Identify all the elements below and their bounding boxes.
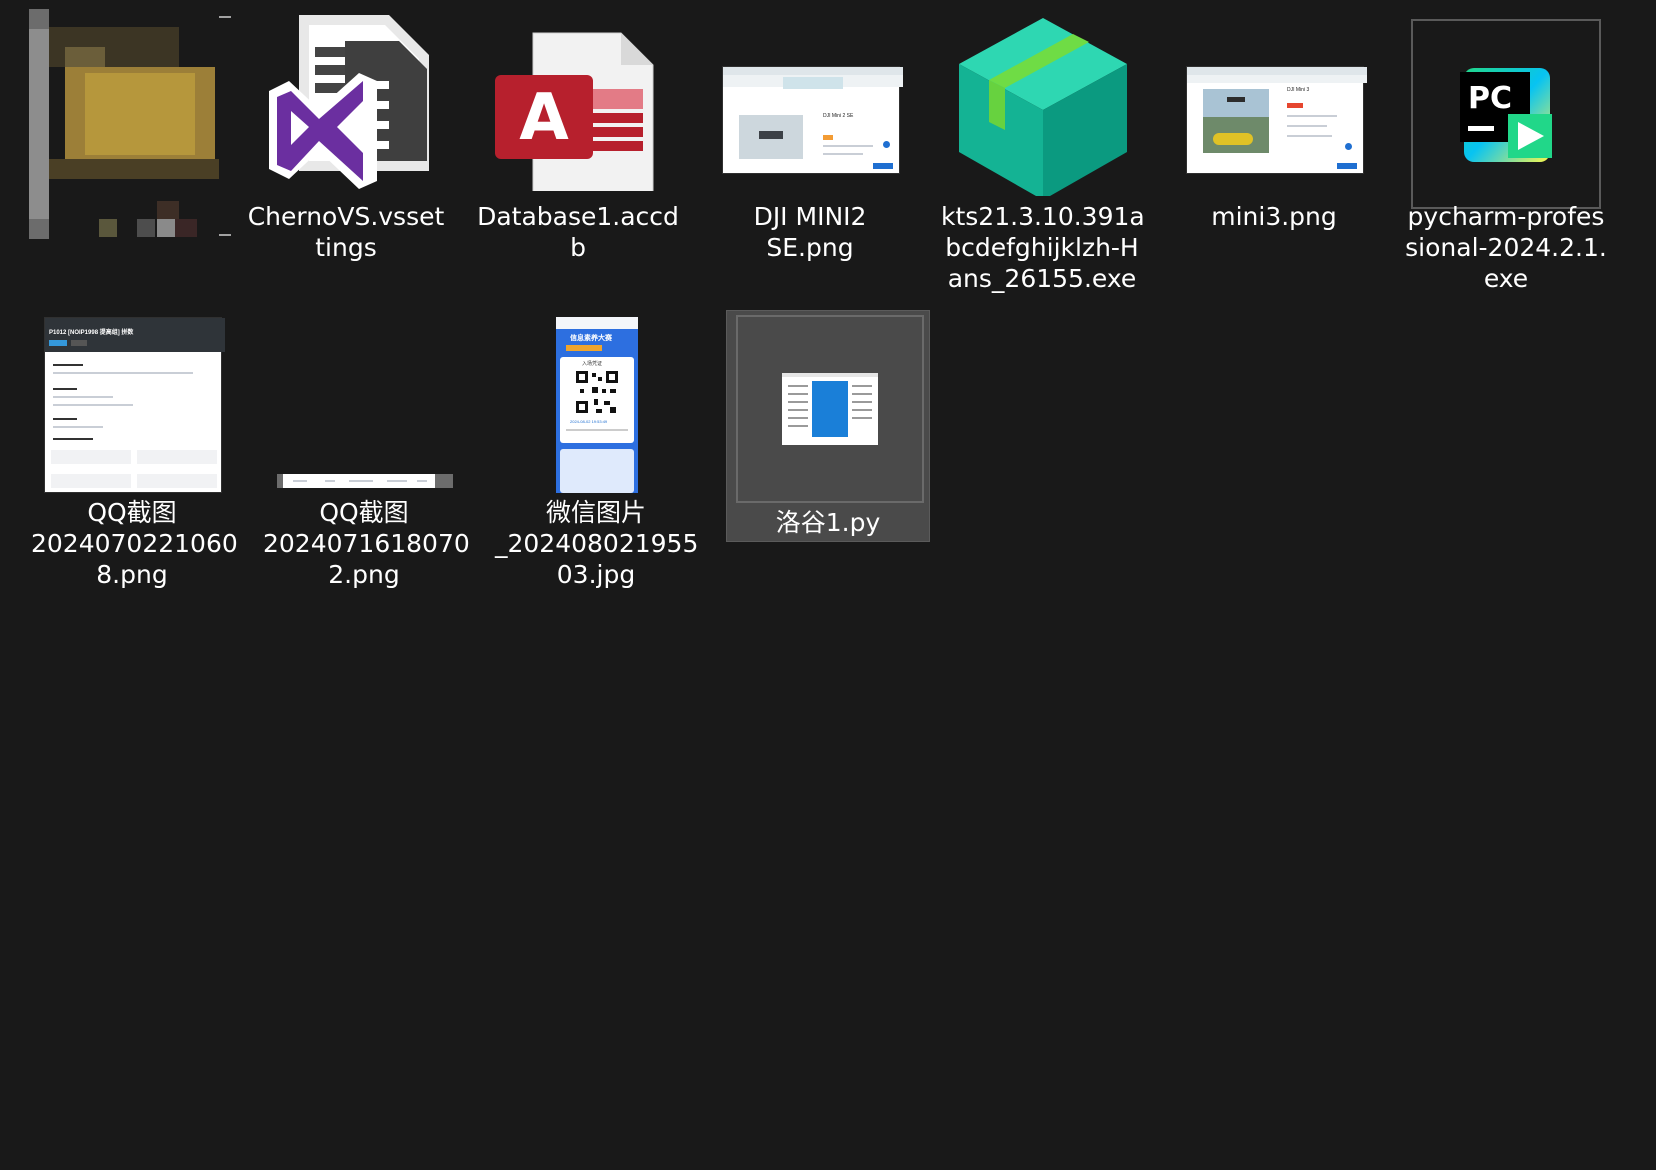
thumb-banner: 信息素养大赛: [570, 334, 612, 342]
file-item[interactable]: A Database1.accd b: [476, 4, 680, 292]
image-thumbnail: DJI Mini 3: [1187, 11, 1367, 191]
file-item[interactable]: DJI Mini 2 SE DJI MINI2 SE.png: [708, 4, 912, 292]
thumb-pass: 入场凭证: [582, 361, 603, 367]
file-name: QQ截图 2024070221060 8.png: [31, 498, 238, 589]
svg-text:PC: PC: [1468, 81, 1512, 116]
image-thumbnail: P1012 [NOIP1998 提高组] 拼数: [45, 313, 225, 493]
file-item[interactable]: 信息素养大赛 入场凭证 2024-08-02 19:53:49 微信图片 _20…: [494, 306, 698, 596]
thumb-title: P1012 [NOIP1998 提高组] 拼数: [49, 330, 134, 336]
file-item-selected[interactable]: 洛谷1.py: [726, 310, 930, 542]
file-name: kts21.3.10.391a bcdefghijklzh-H ans_2615…: [941, 202, 1145, 293]
file-item[interactable]: QQ截图 2024071618070 2.png: [262, 306, 470, 596]
package-box-icon: [955, 11, 1131, 196]
thumb-title: DJI Mini 3: [1287, 87, 1310, 93]
image-thumbnail: [277, 313, 453, 493]
file-name: DJI MINI2 SE.png: [753, 202, 867, 262]
pycharm-icon: PC: [1411, 19, 1601, 209]
file-name: Database1.accd b: [477, 202, 679, 262]
thumb-time: 2024-08-02 19:53:49: [570, 419, 608, 424]
file-item[interactable]: PC pycharm-profes sional-2024.2.1. exe: [1404, 4, 1608, 293]
file-item[interactable]: DJI Mini 3 mini3.png: [1172, 4, 1376, 292]
file-name: 微信图片 _202408021955 03.jpg: [495, 498, 699, 589]
file-item[interactable]: kts21.3.10.391a bcdefghijklzh-H ans_2615…: [940, 4, 1145, 293]
file-name: pycharm-profes sional-2024.2.1. exe: [1405, 202, 1607, 293]
svg-text:A: A: [519, 81, 569, 155]
thumb-title: DJI Mini 2 SE: [823, 113, 854, 119]
file-name: 洛谷1.py: [775, 508, 881, 537]
file-explorer-view: ChernoVS.vsset tings A Database1.accd b: [0, 0, 1656, 1170]
blurred-folder-icon: [25, 9, 231, 239]
python-file-icon: [736, 315, 924, 503]
visual-studio-settings-icon: [259, 11, 435, 191]
file-item[interactable]: P1012 [NOIP1998 提高组] 拼数 QQ截图 20240702210…: [30, 306, 238, 596]
file-item[interactable]: ChernoVS.vsset tings: [244, 4, 448, 292]
image-thumbnail: DJI Mini 2 SE: [723, 11, 903, 191]
access-database-icon: A: [491, 11, 667, 191]
file-name: QQ截图 2024071618070 2.png: [263, 498, 470, 589]
file-name: ChernoVS.vsset tings: [247, 202, 445, 262]
image-thumbnail: 信息素养大赛 入场凭证 2024-08-02 19:53:49: [509, 313, 685, 493]
file-item-folder[interactable]: [10, 4, 231, 244]
file-name: mini3.png: [1211, 202, 1337, 231]
